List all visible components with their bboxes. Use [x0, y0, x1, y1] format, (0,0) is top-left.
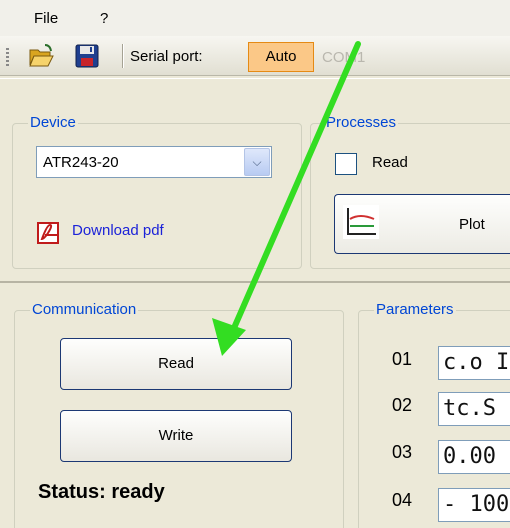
- device-select-value: ATR243-20: [43, 154, 119, 171]
- param-field[interactable]: c.o I: [438, 346, 510, 380]
- device-select[interactable]: ATR243-20 ⌵: [36, 146, 272, 178]
- param-number: 03: [392, 442, 413, 462]
- toolbar-separator: [122, 44, 123, 68]
- serial-port-label: Serial port:: [130, 48, 203, 65]
- param-number: 02: [392, 395, 413, 415]
- menu-help[interactable]: ?: [100, 10, 108, 27]
- toolbar-grip-icon[interactable]: [6, 48, 9, 66]
- com-port-label: COM1: [322, 49, 366, 66]
- param-field[interactable]: tc.S: [438, 392, 510, 426]
- communication-group-title: Communication: [30, 301, 139, 318]
- param-number: 04: [392, 490, 413, 510]
- auto-button[interactable]: Auto: [248, 42, 314, 72]
- write-button[interactable]: Write: [60, 410, 292, 462]
- param-field[interactable]: - 100: [438, 488, 510, 522]
- param-number: 01: [392, 349, 413, 369]
- device-groupbox: [12, 123, 302, 269]
- chevron-down-icon[interactable]: ⌵: [244, 148, 270, 176]
- menu-file[interactable]: File: [34, 10, 58, 27]
- toolbar: Serial port: Auto COM1: [0, 36, 510, 76]
- chart-icon: [343, 205, 379, 239]
- read-checkbox[interactable]: [335, 153, 357, 175]
- parameters-group-title: Parameters: [374, 301, 456, 318]
- plot-button-label: Plot: [459, 216, 485, 233]
- param-field[interactable]: 0.00: [438, 440, 510, 474]
- download-pdf-link[interactable]: Download pdf: [72, 222, 164, 239]
- menu-bar: File ?: [0, 0, 510, 36]
- plot-button[interactable]: Plot: [334, 194, 510, 254]
- read-checkbox-label: Read: [372, 154, 408, 171]
- status-label: Status: ready: [38, 481, 165, 503]
- processes-group-title: Processes: [324, 114, 399, 131]
- pdf-icon[interactable]: [36, 219, 62, 245]
- device-group-title: Device: [28, 114, 78, 131]
- floppy-disk-icon[interactable]: [74, 43, 100, 69]
- folder-open-icon[interactable]: [28, 43, 54, 69]
- read-button[interactable]: Read: [60, 338, 292, 390]
